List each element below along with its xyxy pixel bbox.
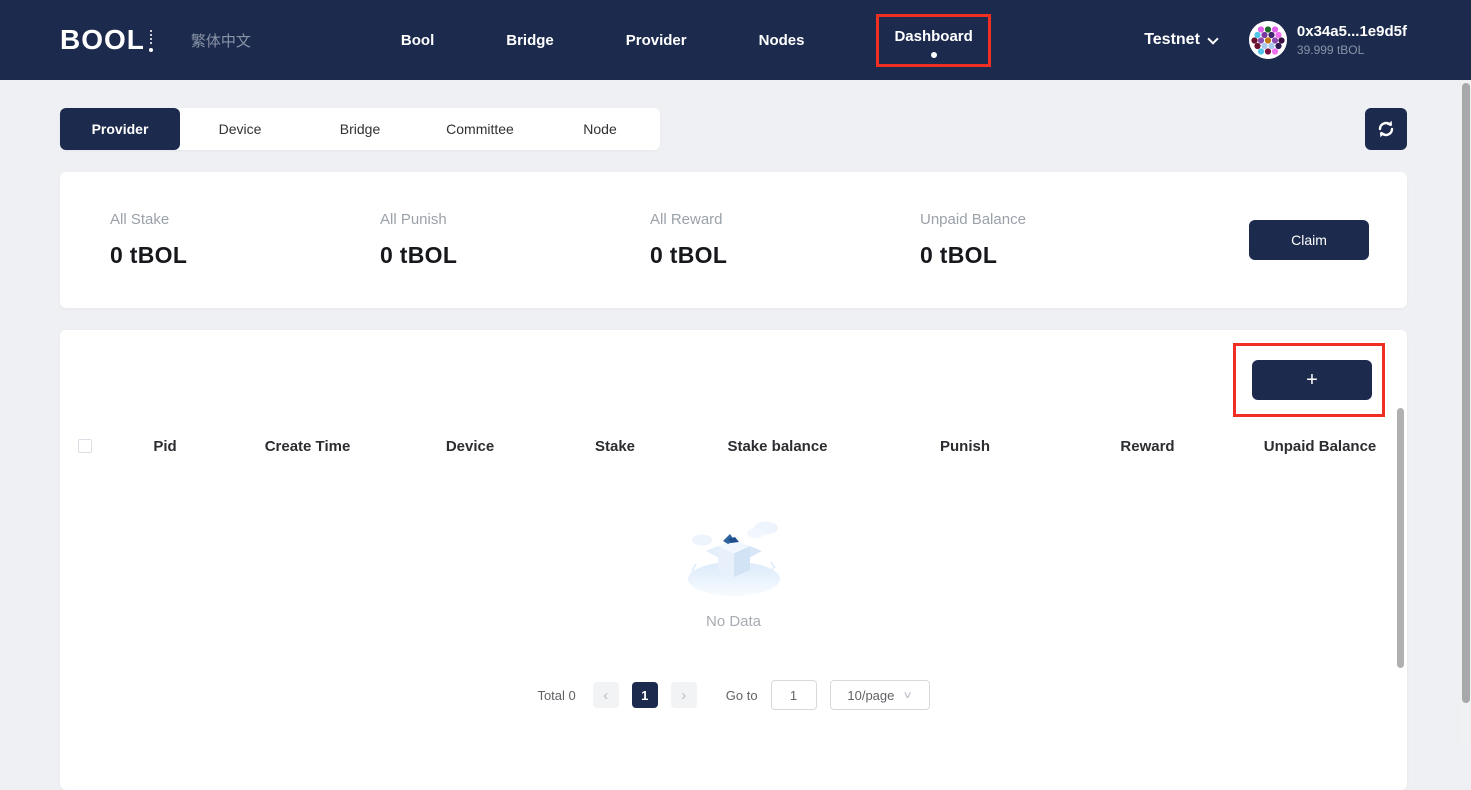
- stat-all-reward: All Reward 0 tBOL: [650, 211, 920, 269]
- tab-provider[interactable]: Provider: [60, 108, 180, 150]
- tab-committee[interactable]: Committee: [420, 108, 540, 150]
- nav-item-dashboard[interactable]: Dashboard: [894, 28, 972, 58]
- active-nav-dot: [931, 52, 937, 58]
- column-header-create-time: Create Time: [220, 438, 395, 455]
- empty-text: No Data: [706, 613, 761, 630]
- column-header-punish: Punish: [870, 438, 1060, 455]
- table-header-row: Pid Create Time Device Stake Stake balan…: [60, 427, 1407, 465]
- nav-label: Bool: [401, 32, 434, 49]
- logo-exclamation-icon: [149, 30, 153, 52]
- column-header-device: Device: [395, 438, 545, 455]
- column-header-stake-balance: Stake balance: [685, 438, 870, 455]
- nav-item-bridge[interactable]: Bridge: [506, 32, 554, 49]
- select-chevron-icon: ∨: [903, 690, 913, 701]
- stats-card: All Stake 0 tBOL All Punish 0 tBOL All R…: [60, 172, 1407, 308]
- table-scrollbar-thumb[interactable]: [1397, 408, 1404, 668]
- page-size-select[interactable]: 10/page ∨: [830, 680, 930, 710]
- tabbar: Provider Device Bridge Committee Node: [60, 108, 660, 150]
- main-nav: Bool Bridge Provider Nodes Dashboard: [401, 14, 991, 67]
- prev-page-icon: ‹: [603, 687, 608, 704]
- nav-label: Dashboard: [894, 28, 972, 45]
- pagination-total: Total 0: [537, 688, 575, 703]
- chevron-down-icon: [1207, 33, 1218, 44]
- wallet-address: 0x34a5...1e9d5f: [1297, 23, 1407, 40]
- column-header-stake: Stake: [545, 438, 685, 455]
- next-page-button[interactable]: ›: [671, 682, 697, 708]
- annotation-box-add: +: [1233, 343, 1385, 417]
- goto-page-input[interactable]: [771, 680, 817, 710]
- network-label: Testnet: [1144, 31, 1200, 49]
- nav-label: Bridge: [506, 32, 554, 49]
- header-cell-select: [60, 439, 110, 453]
- identicon-icon: [1249, 21, 1287, 59]
- column-header-pid: Pid: [110, 438, 220, 455]
- stat-value: 0 tBOL: [110, 242, 380, 269]
- nav-label: Provider: [626, 32, 687, 49]
- nav-item-bool[interactable]: Bool: [401, 32, 434, 49]
- tab-device[interactable]: Device: [180, 108, 300, 150]
- wallet-info[interactable]: 0x34a5...1e9d5f 39.999 tBOL: [1297, 23, 1407, 57]
- stat-all-stake: All Stake 0 tBOL: [110, 211, 380, 269]
- select-all-checkbox[interactable]: [78, 439, 92, 453]
- goto-label: Go to: [726, 688, 758, 703]
- refresh-icon: [1376, 119, 1396, 139]
- column-header-unpaid-balance: Unpaid Balance: [1235, 438, 1405, 455]
- stat-label: Unpaid Balance: [920, 211, 1190, 228]
- claim-button[interactable]: Claim: [1249, 220, 1369, 260]
- bool-logo[interactable]: BOOL: [60, 24, 153, 56]
- column-header-reward: Reward: [1060, 438, 1235, 455]
- network-selector[interactable]: Testnet: [1144, 31, 1217, 49]
- add-provider-button[interactable]: +: [1252, 360, 1372, 400]
- prev-page-button[interactable]: ‹: [593, 682, 619, 708]
- empty-box-illustration: [678, 513, 790, 601]
- stat-value: 0 tBOL: [920, 242, 1190, 269]
- stat-unpaid-balance: Unpaid Balance 0 tBOL: [920, 211, 1190, 269]
- stat-label: All Punish: [380, 211, 650, 228]
- nav-item-provider[interactable]: Provider: [626, 32, 687, 49]
- tab-bridge[interactable]: Bridge: [300, 108, 420, 150]
- empty-state: No Data: [60, 513, 1407, 630]
- nav-item-nodes[interactable]: Nodes: [759, 32, 805, 49]
- page-number-button[interactable]: 1: [632, 682, 658, 708]
- app-header: BOOL 繁体中文 Bool Bridge Provider Nodes Das…: [0, 0, 1471, 80]
- language-switcher[interactable]: 繁体中文: [191, 30, 251, 51]
- annotation-box-dashboard: Dashboard: [876, 14, 990, 67]
- page-scrollbar-thumb[interactable]: [1462, 83, 1470, 703]
- stat-value: 0 tBOL: [380, 242, 650, 269]
- provider-table-card: + Pid Create Time Device Stake Stake bal…: [60, 330, 1407, 790]
- nav-label: Nodes: [759, 32, 805, 49]
- logo-text: BOOL: [60, 24, 145, 56]
- next-page-icon: ›: [681, 687, 686, 704]
- tab-row: Provider Device Bridge Committee Node: [60, 108, 1407, 150]
- pagination: Total 0 ‹ 1 › Go to 10/page ∨: [60, 680, 1407, 710]
- page-scrollbar-track[interactable]: [1461, 80, 1471, 744]
- add-row: +: [60, 343, 1407, 417]
- page-size-value: 10/page: [847, 688, 894, 703]
- stat-label: All Reward: [650, 211, 920, 228]
- header-right: Testnet 0x34a5...1e9d5f 39.999 tBOL: [1144, 21, 1407, 59]
- stat-value: 0 tBOL: [650, 242, 920, 269]
- avatar[interactable]: [1249, 21, 1287, 59]
- stat-label: All Stake: [110, 211, 380, 228]
- tab-node[interactable]: Node: [540, 108, 660, 150]
- stat-all-punish: All Punish 0 tBOL: [380, 211, 650, 269]
- refresh-button[interactable]: [1365, 108, 1407, 150]
- wallet-balance: 39.999 tBOL: [1297, 43, 1407, 57]
